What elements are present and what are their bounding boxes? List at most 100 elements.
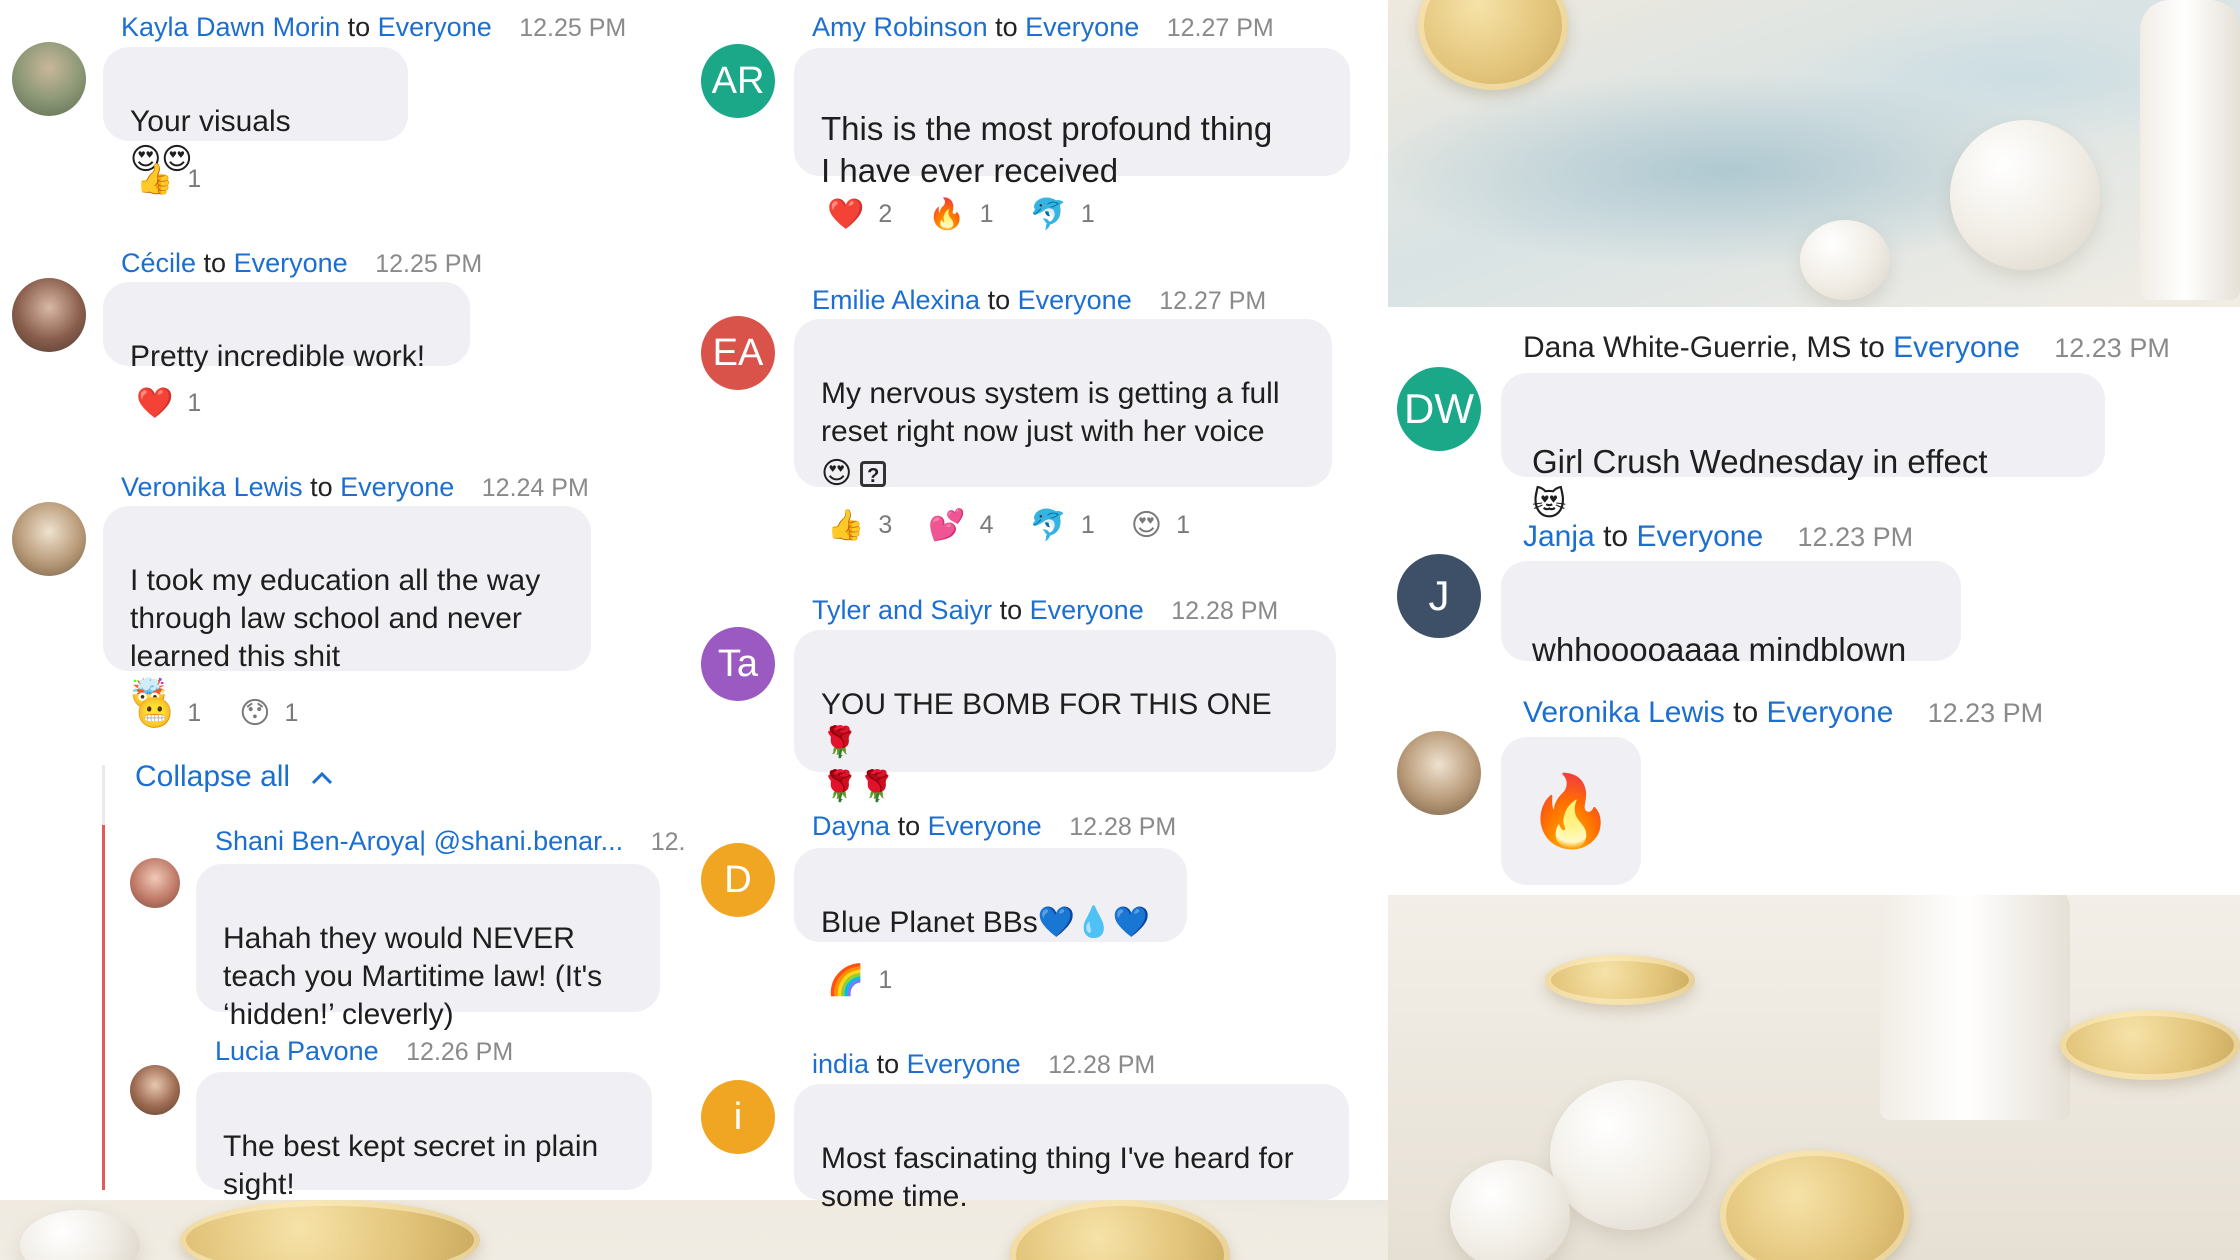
message-bubble[interactable]: This is the most profound thing I have e… [794, 48, 1350, 189]
thumbs-up-icon: 👍 [827, 508, 865, 543]
avatar[interactable] [12, 278, 86, 352]
pebble-decoration [1450, 1160, 1570, 1260]
sender-name[interactable]: Lucia Pavone [215, 1036, 379, 1066]
sender-name[interactable]: Veronika Lewis [121, 472, 303, 502]
sender-name[interactable]: Tyler and Saiyr [812, 595, 992, 625]
reactions-bar: 👍 1 [136, 162, 201, 197]
message-header: Dayna to Everyone 12.28 PM [812, 811, 1176, 842]
reaction-chip[interactable]: 👍 1 [136, 162, 201, 197]
collapse-all-button[interactable]: Collapse all [135, 760, 334, 794]
message-header: Janja to Everyone 12.23 PM [1523, 520, 1913, 554]
avatar[interactable] [1397, 731, 1481, 815]
message-bubble[interactable]: The best kept secret in plain sight! [196, 1072, 652, 1201]
to-label: to [203, 248, 227, 278]
recipient-name[interactable]: Everyone [928, 811, 1042, 841]
reaction-count: 1 [187, 699, 202, 727]
chevron-up-icon [310, 760, 334, 794]
avatar[interactable] [130, 1065, 180, 1115]
message-bubble[interactable]: YOU THE BOMB FOR THIS ONE 🌹 🌹🌹 [794, 630, 1336, 804]
reaction-chip[interactable]: 👍 3 [827, 508, 892, 543]
timestamp: 12.25 PM [375, 250, 483, 278]
timestamp: 12.25 PM [519, 14, 627, 42]
recipient-name[interactable]: Everyone [1767, 696, 1894, 729]
sender-name[interactable]: Emilie Alexina [812, 285, 980, 315]
message-bubble[interactable]: Hahah they would NEVER teach you Martiti… [196, 864, 660, 1031]
chat-panel-right: DW Dana White-Guerrie, MS to Everyone 12… [1388, 307, 2240, 895]
to-label: to [876, 1049, 900, 1079]
reaction-count: 1 [979, 200, 994, 228]
reactions-bar: 👍 3 💕 4 🐬 1 😍 1 [827, 508, 1190, 543]
avatar[interactable]: EA [701, 316, 775, 390]
avatar[interactable]: D [701, 843, 775, 917]
reaction-chip[interactable]: 😬 1 [136, 696, 201, 731]
avatar[interactable]: AR [701, 44, 775, 118]
message-text: I took my education all the way through … [130, 564, 541, 673]
reaction-count: 1 [1080, 200, 1095, 228]
message-text: Your visuals [130, 105, 291, 138]
reaction-chip[interactable]: 😍 1 [1131, 508, 1190, 543]
reaction-chip[interactable]: 🐬 1 [1030, 197, 1095, 232]
message-bubble[interactable]: Girl Crush Wednesday in effect 😻 [1501, 373, 2105, 523]
message-bubble[interactable]: Most fascinating thing I've heard for so… [794, 1084, 1349, 1213]
sender-name[interactable]: Kayla Dawn Morin [121, 12, 340, 42]
timestamp: 12.24 PM [481, 474, 589, 502]
message-bubble[interactable]: Pretty incredible work! [103, 282, 470, 373]
roses-emoji: 🌹🌹 [821, 769, 896, 804]
sender-name[interactable]: Dana White-Guerrie, MS [1523, 331, 1851, 364]
recipient-name[interactable]: Everyone [1025, 12, 1139, 42]
avatar[interactable]: Ta [701, 627, 775, 701]
message-header: Emilie Alexina to Everyone 12.27 PM [812, 285, 1266, 316]
recipient-name[interactable]: Everyone [1893, 331, 2020, 364]
recipient-name[interactable]: Everyone [234, 248, 348, 278]
message-text: whhooooaaaa mindblown [1532, 631, 1907, 668]
recipient-name[interactable]: Everyone [907, 1049, 1021, 1079]
message-bubble[interactable]: whhooooaaaa mindblown [1501, 561, 1961, 668]
avatar[interactable] [130, 858, 180, 908]
message-header: Cécile to Everyone 12.25 PM [121, 248, 482, 279]
recipient-name[interactable]: Everyone [340, 472, 454, 502]
message-bubble[interactable]: My nervous system is getting a full rese… [794, 319, 1332, 491]
message-bubble[interactable]: Your visuals 😍😍 [103, 47, 408, 177]
reactions-bar: 🌈 1 [827, 963, 892, 998]
avatar-initials: AR [711, 59, 765, 102]
message-header: Tyler and Saiyr to Everyone 12.28 PM [812, 595, 1278, 626]
message-text: The best kept secret in plain sight! [223, 1130, 599, 1201]
avatar[interactable]: DW [1397, 367, 1481, 451]
reaction-chip[interactable]: 🐬 1 [1030, 508, 1095, 543]
sender-name[interactable]: india [812, 1049, 869, 1079]
message-bubble[interactable]: I took my education all the way through … [103, 506, 591, 712]
recipient-name[interactable]: Everyone [378, 12, 492, 42]
dolphin-icon: 🐬 [1029, 197, 1067, 232]
heart-icon: ❤️ [136, 386, 174, 421]
to-label: to [310, 472, 333, 502]
reaction-chip[interactable]: 🌈 1 [827, 963, 892, 998]
to-label: to [995, 12, 1018, 42]
to-label: to [1733, 696, 1759, 729]
message-bubble[interactable]: 🔥 [1501, 737, 1641, 885]
reaction-chip[interactable]: ❤️ 2 [827, 197, 892, 232]
rose-emoji: 🌹 [821, 725, 859, 760]
timestamp: 12. [650, 828, 686, 856]
avatar[interactable]: i [701, 1080, 775, 1154]
recipient-name[interactable]: Everyone [1018, 285, 1132, 315]
avatar[interactable]: J [1397, 554, 1481, 638]
sender-name[interactable]: Cécile [121, 248, 196, 278]
to-label: to [987, 285, 1011, 315]
sender-name[interactable]: Dayna [812, 811, 890, 841]
reaction-chip[interactable]: 💕 4 [928, 508, 993, 543]
reaction-chip[interactable]: 😯 1 [239, 696, 298, 731]
message-bubble[interactable]: Blue Planet BBs💙💧💙 [794, 848, 1187, 942]
avatar[interactable] [12, 42, 86, 116]
pebble-decoration [1800, 220, 1890, 300]
sender-name[interactable]: Amy Robinson [812, 12, 988, 42]
reaction-chip[interactable]: ❤️ 1 [136, 386, 201, 421]
reaction-chip[interactable]: 🔥 1 [928, 197, 993, 232]
message-text: Girl Crush Wednesday in effect [1532, 443, 1988, 480]
avatar[interactable] [12, 502, 86, 576]
sender-name[interactable]: Janja [1523, 520, 1595, 553]
recipient-name[interactable]: Everyone [1636, 520, 1763, 553]
recipient-name[interactable]: Everyone [1030, 595, 1144, 625]
timestamp: 12.27 PM [1166, 14, 1274, 42]
sender-name[interactable]: Veronika Lewis [1523, 696, 1725, 729]
sender-name[interactable]: Shani Ben-Aroya| @shani.benar... [215, 826, 623, 856]
